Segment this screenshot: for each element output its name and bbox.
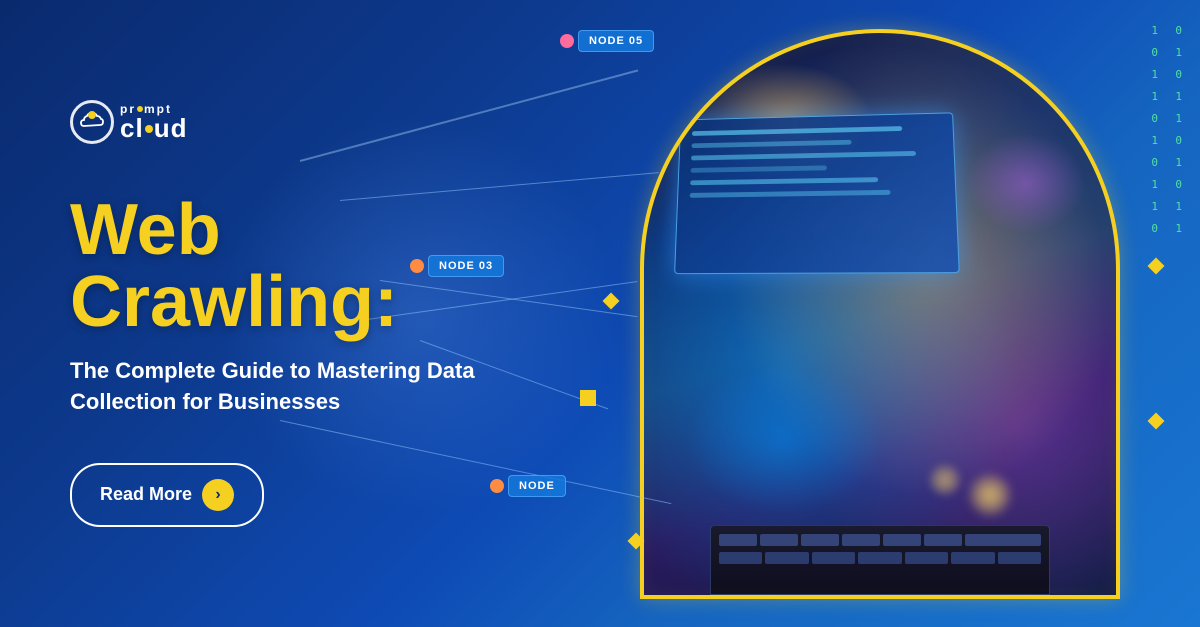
screen-line-5 [690, 177, 878, 185]
key-row-2 [719, 552, 1041, 564]
key [719, 534, 757, 546]
screen-line-3 [691, 150, 916, 159]
key [965, 534, 1041, 546]
hands-area [690, 335, 1070, 595]
logo-circle [70, 100, 114, 144]
read-more-label: Read More [100, 484, 192, 505]
logo-inner-dot [88, 111, 96, 119]
key [812, 552, 855, 564]
touch-glow-2 [930, 465, 960, 495]
key [719, 552, 762, 564]
read-more-arrow-icon: › [202, 479, 234, 511]
logo-cloud-text: clud [120, 115, 187, 141]
key-row-1 [719, 534, 1041, 546]
title-line1: Web [70, 190, 221, 270]
right-content: 1011010110 0101101011 [540, 0, 1200, 627]
logo-text: prmpt clud [120, 103, 187, 141]
binary-right-1: 1011010110 [1151, 20, 1158, 240]
screen-line-2 [691, 139, 851, 147]
logo: prmpt clud [70, 100, 624, 144]
subtitle: The Complete Guide to Mastering Data Col… [70, 356, 490, 418]
screen-line-6 [690, 189, 891, 197]
key [998, 552, 1041, 564]
key [905, 552, 948, 564]
key [765, 552, 808, 564]
key [858, 552, 901, 564]
key [924, 534, 962, 546]
binary-right-2: 0101101011 [1175, 20, 1182, 240]
screen-content [677, 113, 956, 217]
banner-container: NODE 05 NODE 03 NODE prmpt clud [0, 0, 1200, 627]
title-line2: Crawling: [70, 262, 398, 342]
left-content: prmpt clud Web Crawling: The Complete Gu… [0, 40, 624, 587]
keyboard [710, 525, 1050, 595]
key [801, 534, 839, 546]
keyboard-keys [711, 526, 1049, 572]
key [842, 534, 880, 546]
touch-glow [970, 475, 1010, 515]
screen-line-4 [691, 165, 827, 172]
main-title: Web Crawling: [70, 194, 624, 338]
key [760, 534, 798, 546]
screen-line-1 [692, 126, 902, 136]
tech-image-inner [644, 33, 1116, 595]
read-more-button[interactable]: Read More › [70, 463, 264, 527]
light-blob-2 [966, 133, 1086, 233]
key [951, 552, 994, 564]
floating-screen [674, 112, 960, 274]
key [883, 534, 921, 546]
tech-image-bg [644, 33, 1116, 595]
